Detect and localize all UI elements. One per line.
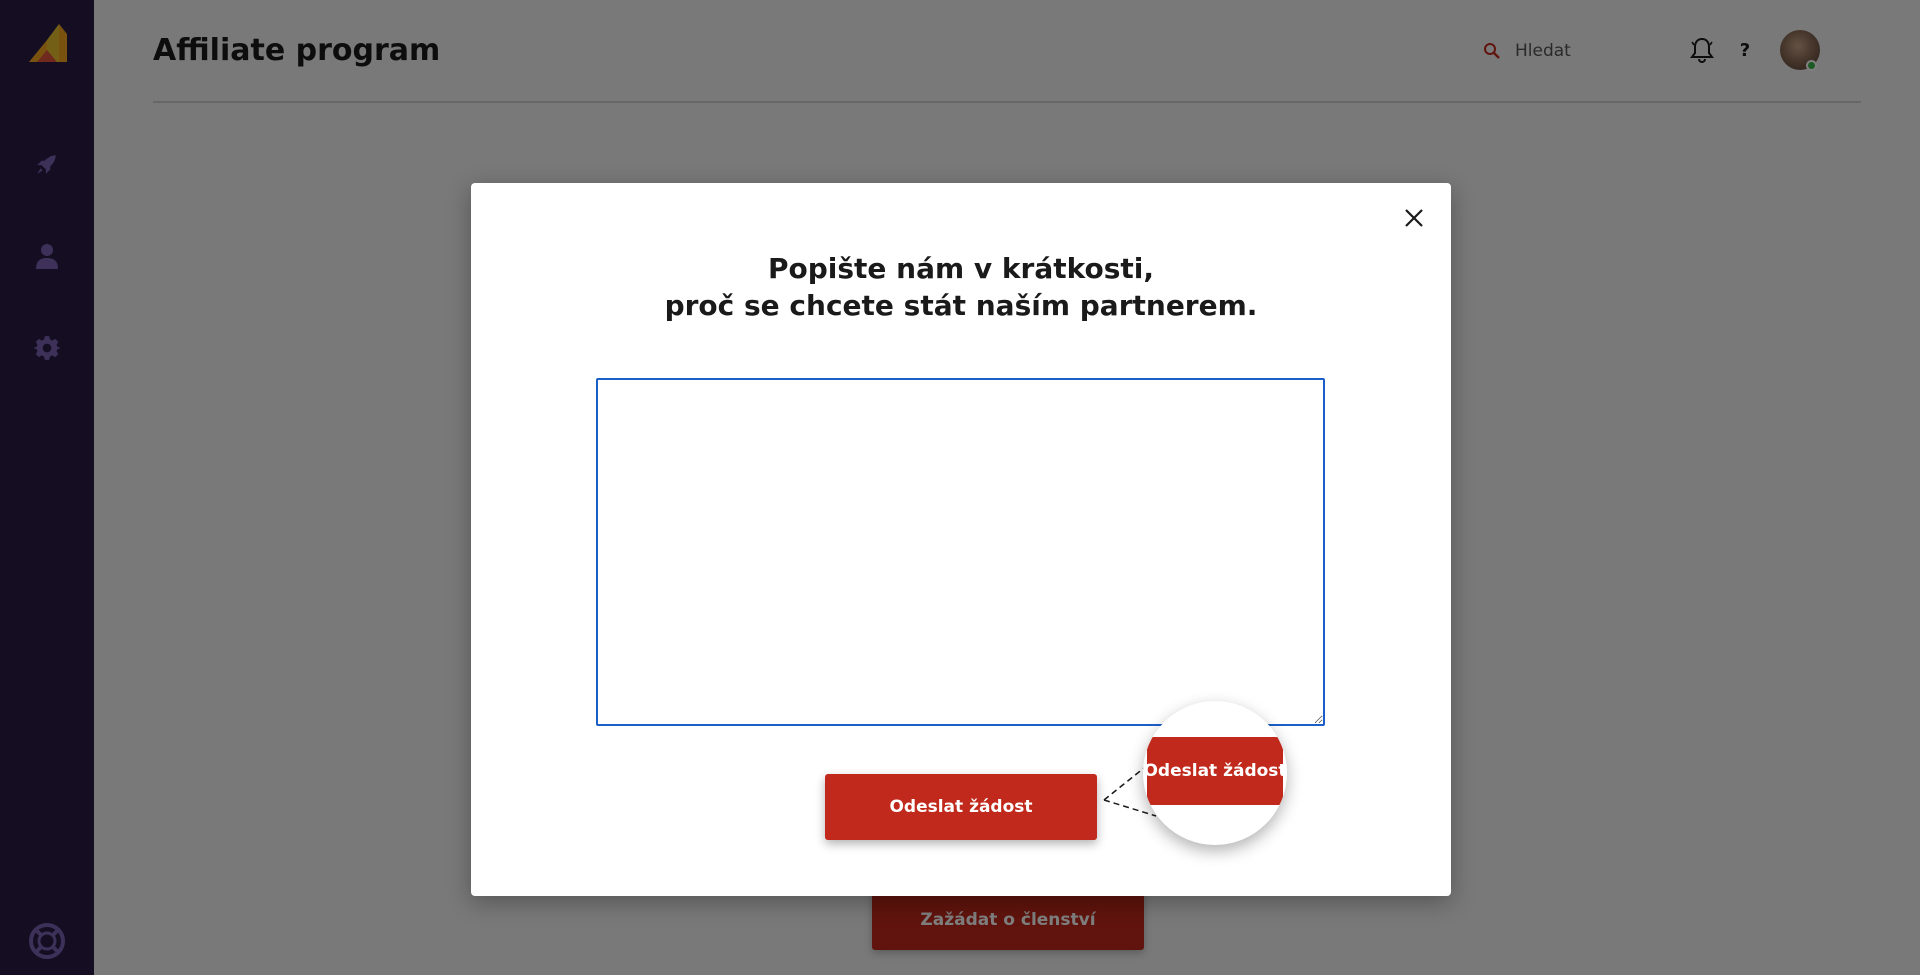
modal-title: Popište nám v krátkosti, proč se chcete … xyxy=(471,250,1451,324)
submit-request-button[interactable]: Odeslat žádost xyxy=(825,774,1097,840)
application-modal: Popište nám v krátkosti, proč se chcete … xyxy=(471,183,1451,896)
close-icon[interactable] xyxy=(1399,203,1429,233)
zoom-magnifier: Odeslat žádost xyxy=(1143,701,1287,845)
modal-title-line2: proč se chcete stát naším partnerem. xyxy=(664,289,1258,322)
motivation-textarea[interactable] xyxy=(596,378,1325,726)
modal-title-line1: Popište nám v krátkosti, xyxy=(767,252,1155,285)
zoomed-submit-button: Odeslat žádost xyxy=(1143,737,1287,805)
